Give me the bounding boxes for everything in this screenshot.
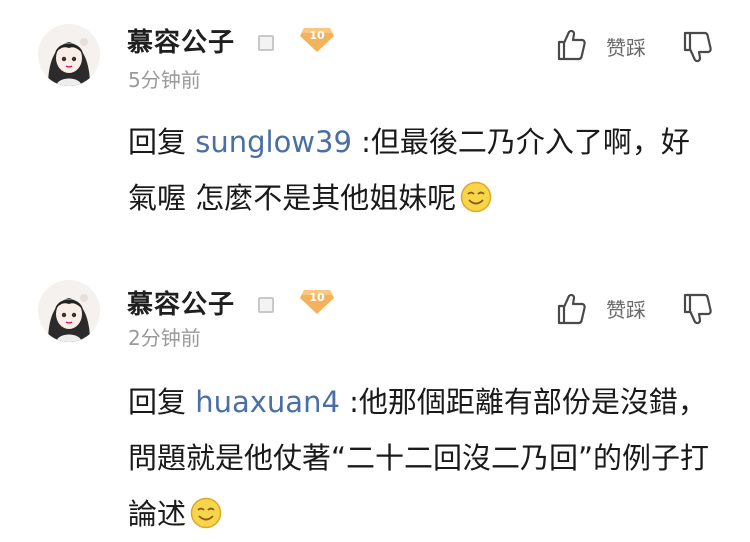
level-box-icon — [258, 297, 274, 313]
reply-prefix: 回复 — [128, 385, 187, 419]
vip-level: 10 — [309, 291, 325, 304]
comment-item: 慕容公子 10 5分钟前 赞踩 回复 sunglow39 :但最後二乃介入了啊，… — [0, 0, 750, 256]
like-dislike-label[interactable]: 赞踩 — [606, 294, 646, 323]
thumbs-up-icon[interactable] — [556, 292, 586, 326]
reply-username[interactable]: sunglow39 — [195, 125, 352, 159]
avatar[interactable] — [38, 280, 100, 342]
smiling-face-emoji-icon — [460, 181, 492, 213]
vip-badge-icon: 10 — [300, 26, 334, 52]
avatar[interactable] — [38, 24, 100, 86]
vip-level: 10 — [309, 29, 325, 42]
like-dislike-label[interactable]: 赞踩 — [606, 32, 646, 61]
reply-username[interactable]: huaxuan4 — [195, 385, 340, 419]
comment-item: 慕容公子 10 2分钟前 赞踩 回复 huaxuan4 :他那個距離有部份是沒錯… — [0, 256, 750, 542]
username[interactable]: 慕容公子 — [127, 22, 235, 59]
timestamp: 2分钟前 — [128, 326, 201, 350]
username[interactable]: 慕容公子 — [127, 284, 235, 321]
thumbs-down-icon[interactable] — [682, 292, 712, 326]
level-box-icon — [258, 35, 274, 51]
comment-body: 回复 sunglow39 :但最後二乃介入了啊，好氣喔 怎麼不是其他姐妹呢 — [128, 114, 718, 226]
smiling-face-emoji-icon — [190, 497, 222, 529]
vip-badge-icon: 10 — [300, 288, 334, 314]
timestamp: 5分钟前 — [128, 68, 201, 92]
thumbs-down-icon[interactable] — [682, 30, 712, 64]
reply-prefix: 回复 — [128, 125, 187, 159]
thumbs-up-icon[interactable] — [556, 28, 586, 62]
comment-body: 回复 huaxuan4 :他那個距離有部份是沒錯，問題就是他仗著“二十二回沒二乃… — [128, 374, 718, 542]
